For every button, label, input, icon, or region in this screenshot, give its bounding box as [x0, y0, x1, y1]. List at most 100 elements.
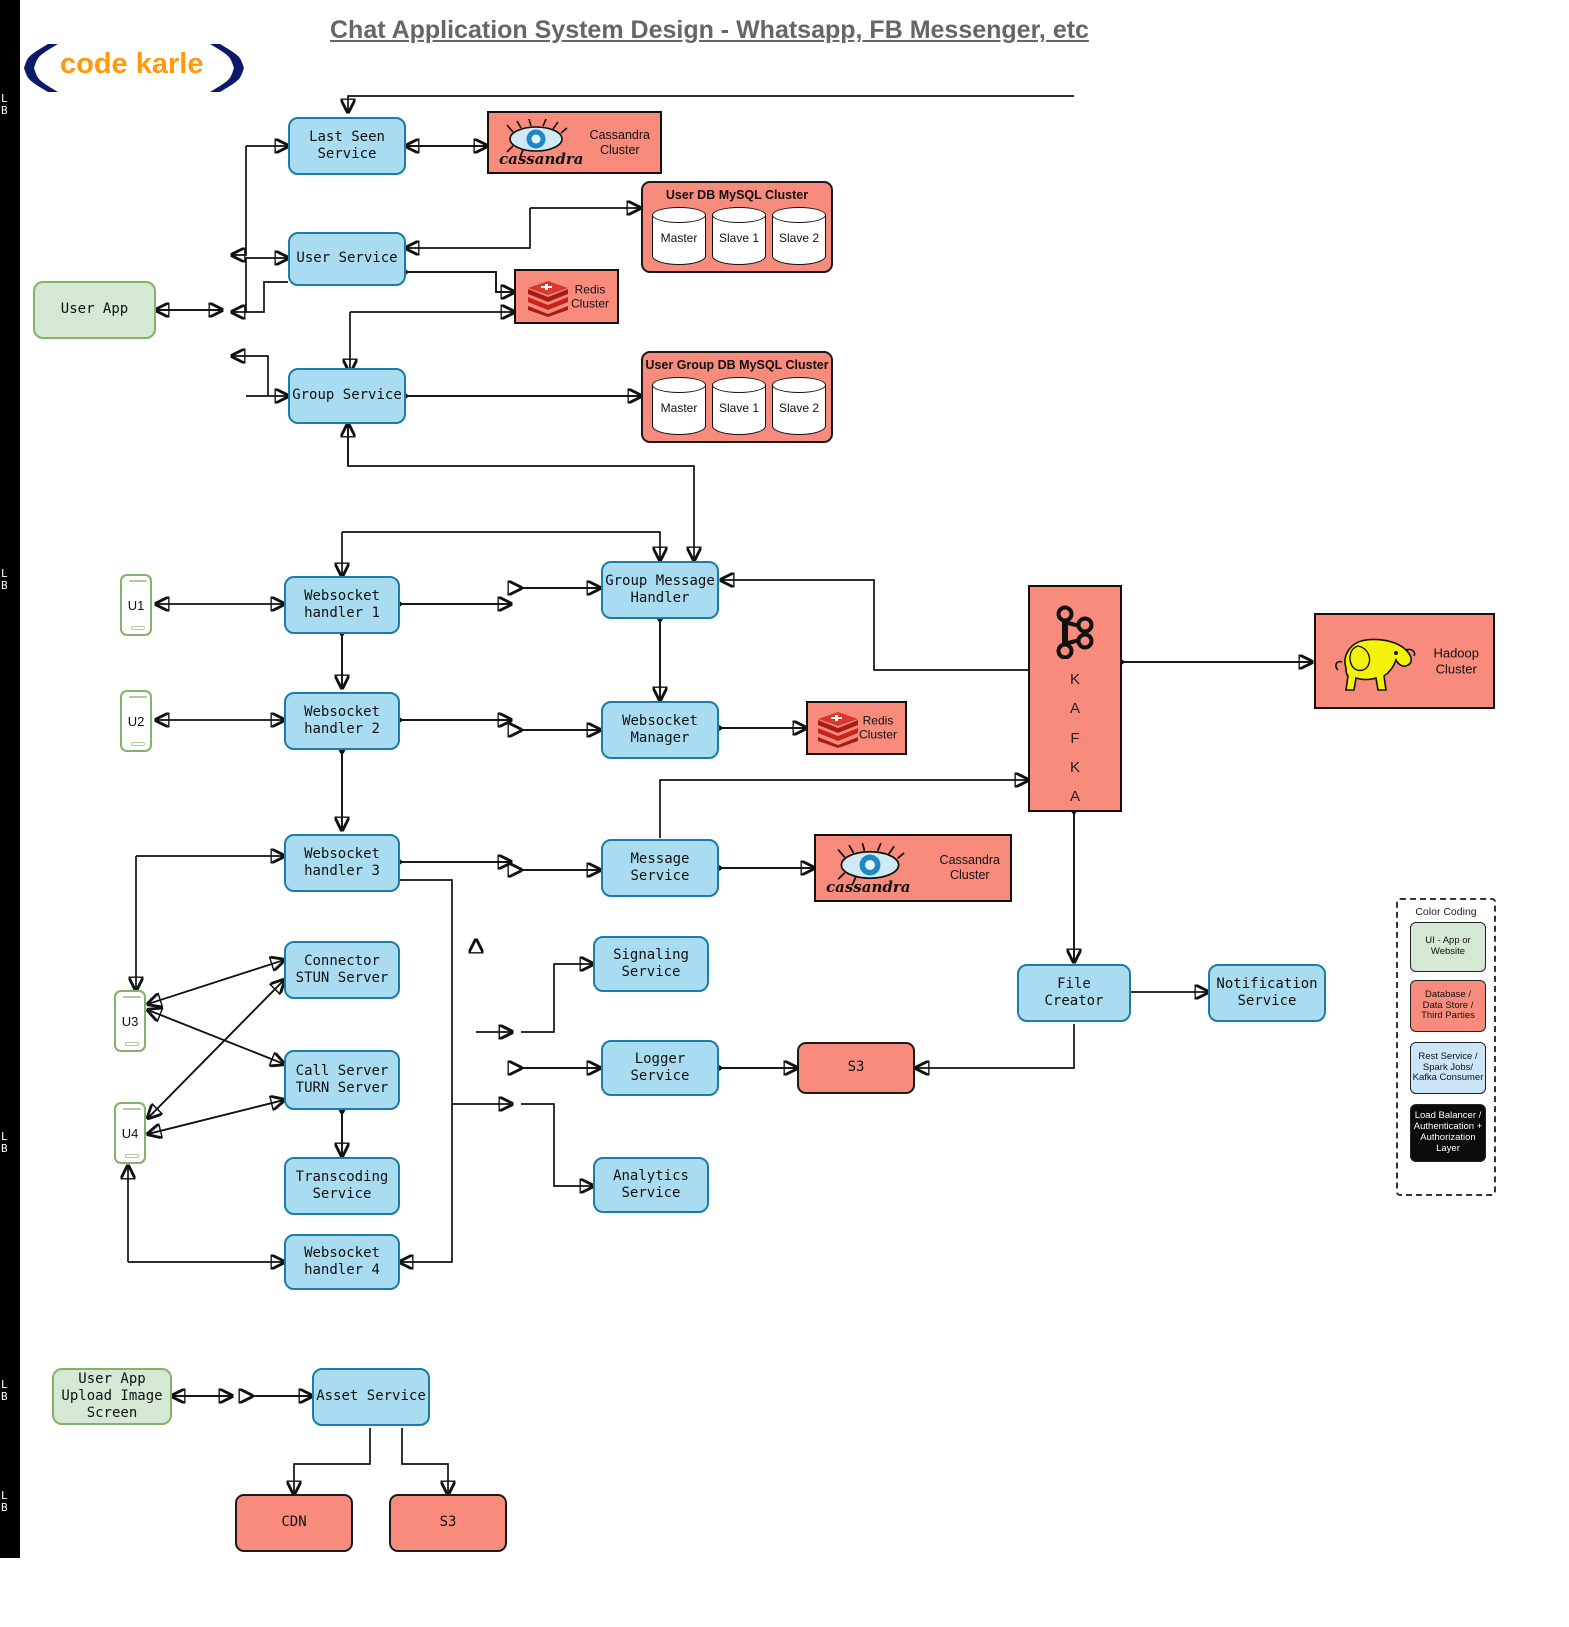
db-cylinder-slave-2: Slave 2 — [772, 207, 826, 269]
db-node-label: Slave 1 — [718, 231, 760, 245]
cassandra-cluster-msg-node[interactable]: cassandra Cassandra Cluster — [814, 834, 1012, 902]
message-service-node[interactable]: Message Service — [601, 839, 719, 897]
hadoop-cluster-node[interactable]: Hadoop Cluster — [1314, 613, 1495, 709]
legend-db-label: Database / Data Store / Third Parties — [1421, 988, 1475, 1022]
transcoding-service-label: Transcoding Service — [295, 1168, 389, 1202]
load-balancer-2[interactable]: L B — [0, 210, 20, 950]
websocket-handler-4-node[interactable]: Websocket handler 4 — [284, 1234, 400, 1290]
message-service-label: Message Service — [630, 850, 690, 884]
websocket-handler-1-node[interactable]: Websocket handler 1 — [284, 576, 400, 634]
kafka-node[interactable]: K A F K A — [1028, 585, 1122, 812]
load-balancer-4[interactable]: L B — [0, 1336, 20, 1446]
diagram-canvas: Chat Application System Design - Whatsap… — [0, 0, 1569, 1627]
phone-u3[interactable]: U3 — [114, 990, 146, 1052]
color-coding-legend: Color Coding UI - App or Website Databas… — [1396, 898, 1496, 1196]
hadoop-elephant-icon — [1335, 638, 1416, 691]
code-karle-logo: code karle — [18, 40, 248, 96]
redis-cluster-user-node[interactable]: Redis Cluster — [514, 269, 619, 324]
phone-label: U4 — [121, 1126, 139, 1141]
file-creator-label: File Creator — [1044, 975, 1104, 1009]
kafka-label: K A F K A — [1069, 671, 1080, 805]
asset-service-node[interactable]: Asset Service — [312, 1368, 430, 1426]
cassandra-cluster-label: Cassandra Cluster — [939, 853, 1000, 882]
user-db-mysql-cluster[interactable]: User DB MySQL Cluster Master Slave 1 Sla… — [641, 181, 833, 273]
legend-title: Color Coding — [1415, 906, 1477, 918]
hadoop-cluster-label: Hadoop Cluster — [1433, 645, 1479, 676]
lb-label: L B — [1, 1130, 8, 1155]
call-server-turn-server-node[interactable]: Call Server TURN Server — [284, 1050, 400, 1110]
connector-stun-server-node[interactable]: Connector STUN Server — [284, 941, 400, 999]
phone-home-icon — [131, 742, 145, 746]
cassandra-wordmark: cassandra — [826, 878, 911, 896]
db-cylinder-master: Master — [652, 207, 706, 269]
user-app-upload-node[interactable]: User App Upload Image Screen — [52, 1368, 172, 1425]
cluster-title: User Group DB MySQL Cluster — [645, 358, 829, 372]
redis-cluster-label: Redis Cluster — [858, 713, 897, 742]
lb-label: L B — [1, 1378, 8, 1403]
cassandra-cluster-label: Cassandra Cluster — [589, 127, 650, 157]
redis-stack-icon — [818, 712, 858, 748]
cassandra-cluster-top-node[interactable]: cassandra Cassandra Cluster — [487, 111, 662, 174]
load-balancer-5[interactable]: L B — [0, 1446, 20, 1558]
signaling-service-node[interactable]: Signaling Service — [593, 936, 709, 992]
phone-speaker-icon — [129, 696, 147, 698]
db-cylinder-slave-1: Slave 1 — [712, 377, 766, 439]
websocket-handler-2-node[interactable]: Websocket handler 2 — [284, 692, 400, 750]
transcoding-service-node[interactable]: Transcoding Service — [284, 1157, 400, 1215]
user-app-upload-label: User App Upload Image Screen — [61, 1370, 163, 1422]
logo-text: code karle — [60, 48, 204, 80]
notification-service-node[interactable]: Notification Service — [1208, 964, 1326, 1022]
s3-logger-node[interactable]: S3 — [797, 1042, 915, 1094]
db-node-label: Master — [660, 231, 698, 245]
user-service-node[interactable]: User Service — [288, 232, 406, 286]
last-seen-service-node[interactable]: Last Seen Service — [288, 117, 406, 175]
group-message-handler-label: Group Message Handler — [605, 572, 715, 606]
db-node-label: Slave 1 — [718, 401, 760, 415]
db-node-label: Slave 2 — [778, 231, 820, 245]
kafka-logo-icon — [1056, 605, 1094, 659]
phone-speaker-icon — [129, 580, 147, 582]
page-title: Chat Application System Design - Whatsap… — [330, 16, 1089, 44]
last-seen-service-label: Last Seen Service — [309, 128, 385, 162]
db-node-label: Master — [660, 401, 698, 415]
group-message-handler-node[interactable]: Group Message Handler — [601, 561, 719, 619]
s3-label: S3 — [847, 1059, 865, 1076]
db-node-label: Slave 2 — [778, 401, 820, 415]
db-cylinder-master: Master — [652, 377, 706, 439]
signaling-service-label: Signaling Service — [613, 946, 689, 980]
phone-speaker-icon — [123, 1108, 141, 1110]
file-creator-node[interactable]: File Creator — [1017, 964, 1131, 1022]
analytics-service-node[interactable]: Analytics Service — [593, 1157, 709, 1213]
logger-service-node[interactable]: Logger Service — [601, 1040, 719, 1096]
phone-u4[interactable]: U4 — [114, 1102, 146, 1164]
websocket-handler-1-label: Websocket handler 1 — [304, 587, 380, 621]
websocket-handler-2-label: Websocket handler 2 — [304, 703, 380, 737]
load-balancer-1[interactable]: L B — [0, 0, 20, 210]
phone-home-icon — [125, 1154, 139, 1158]
cdn-label: CDN — [281, 1514, 307, 1531]
analytics-service-label: Analytics Service — [613, 1167, 689, 1201]
websocket-handler-3-label: Websocket handler 3 — [304, 845, 380, 879]
websocket-manager-node[interactable]: Websocket Manager — [601, 701, 719, 759]
user-app-node[interactable]: User App — [33, 281, 156, 339]
legend-ui: UI - App or Website — [1410, 922, 1486, 972]
s3-asset-node[interactable]: S3 — [389, 1494, 507, 1552]
legend-service-label: Rest Service / Spark Jobs/ Kafka Consume… — [1412, 1050, 1484, 1084]
lb-label: L B — [1, 567, 8, 592]
phone-label: U1 — [127, 598, 145, 613]
cdn-asset-node[interactable]: CDN — [235, 1494, 353, 1552]
group-service-node[interactable]: Group Service — [288, 368, 406, 424]
db-cylinder-slave-2: Slave 2 — [772, 377, 826, 439]
user-group-db-mysql-cluster[interactable]: User Group DB MySQL Cluster Master Slave… — [641, 351, 833, 443]
db-cylinder-slave-1: Slave 1 — [712, 207, 766, 269]
lb-label: L B — [1, 1489, 8, 1514]
legend-db: Database / Data Store / Third Parties — [1410, 980, 1486, 1032]
phone-u1[interactable]: U1 — [120, 574, 152, 636]
lb-label: L B — [1, 92, 8, 117]
group-service-label: Group Service — [292, 387, 402, 404]
call-server-turn-server-label: Call Server TURN Server — [295, 1062, 389, 1096]
websocket-handler-3-node[interactable]: Websocket handler 3 — [284, 834, 400, 892]
phone-u2[interactable]: U2 — [120, 690, 152, 752]
load-balancer-3[interactable]: L B — [0, 950, 20, 1336]
redis-cluster-ws-node[interactable]: Redis Cluster — [806, 701, 907, 755]
